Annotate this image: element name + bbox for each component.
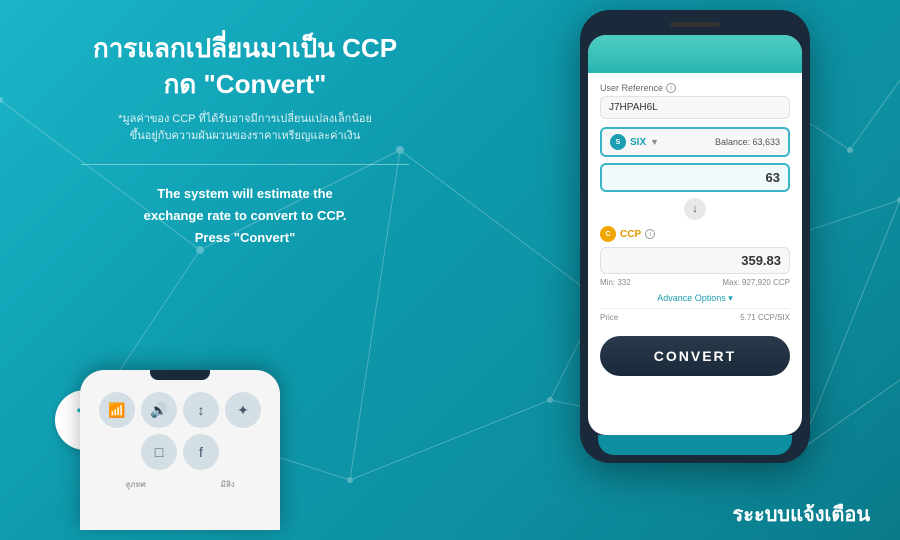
phone-mockup: User Reference i J7HPAH6L S SIX ▼ Balanc bbox=[580, 10, 810, 463]
ccp-info-icon: i bbox=[645, 229, 655, 239]
screen-content: User Reference i J7HPAH6L S SIX ▼ Balanc bbox=[588, 73, 802, 386]
phone-bottom-pill bbox=[598, 435, 792, 455]
ccp-label: CCP bbox=[620, 229, 641, 240]
price-row: Price 5.71 CCP/SIX bbox=[600, 308, 790, 326]
min-label: Min: 332 bbox=[600, 278, 631, 287]
user-reference-info-icon: i bbox=[666, 83, 676, 93]
ccp-amount: 359.83 bbox=[600, 247, 790, 274]
max-label: Max: 927,920 CCP bbox=[722, 278, 790, 287]
min-max-row: Min: 332 Max: 927,920 CCP bbox=[600, 278, 790, 287]
price-value: 5.71 CCP/SIX bbox=[740, 313, 790, 322]
ccp-circle-icon: C bbox=[600, 226, 616, 242]
user-reference-input[interactable]: J7HPAH6L bbox=[600, 96, 790, 119]
six-badge: S SIX ▼ bbox=[610, 134, 659, 150]
phone-bottom-mockup: 📶 🔊 ↕ ✦ □ f สูภทศ มีสิง bbox=[80, 370, 300, 540]
bluetooth-icon: ✦ bbox=[225, 392, 261, 428]
swap-icon[interactable]: ↓ bbox=[684, 198, 706, 220]
six-circle-icon: S bbox=[610, 134, 626, 150]
price-label: Price bbox=[600, 313, 618, 322]
control-center: 📶 🔊 ↕ ✦ □ f bbox=[88, 392, 272, 470]
phone-screen-bottom: 📶 🔊 ↕ ✦ □ f สูภทศ มีสิง bbox=[80, 370, 280, 530]
advance-options[interactable]: Advance Options ▾ bbox=[600, 293, 790, 304]
phone-notch bbox=[150, 370, 210, 380]
phone-speaker bbox=[670, 22, 720, 27]
ctrl-labels: สูภทศ มีสิง bbox=[88, 478, 272, 491]
fb-icon: f bbox=[183, 434, 219, 470]
data-icon: ↕ bbox=[183, 392, 219, 428]
screen-header bbox=[588, 35, 802, 73]
screen-icon: □ bbox=[141, 434, 177, 470]
main-title: การแลกเปลี่ยนมาเป็น CCP กด "Convert" bbox=[40, 30, 450, 103]
note-text: *มูลค่าของ CCP ที่ได้รับอาจมีการเปลี่ยนแ… bbox=[40, 111, 450, 146]
ccp-row: C CCP i bbox=[600, 226, 790, 242]
right-panel: User Reference i J7HPAH6L S SIX ▼ Balanc bbox=[490, 0, 900, 540]
left-panel: การแลกเปลี่ยนมาเป็น CCP กด "Convert" *มู… bbox=[0, 0, 490, 540]
balance-text: Balance: 63,633 bbox=[715, 137, 780, 147]
phone-top-bar bbox=[588, 22, 802, 27]
sound-icon: 🔊 bbox=[141, 392, 177, 428]
wifi-icon: 📶 bbox=[99, 392, 135, 428]
convert-button[interactable]: CONVERT bbox=[600, 336, 790, 376]
divider bbox=[81, 164, 409, 165]
notification-title: ระะบบแจ้งเตือน bbox=[733, 498, 871, 530]
amount-input[interactable]: 63 bbox=[600, 163, 790, 192]
user-reference-label: User Reference i bbox=[600, 83, 790, 93]
phone-screen: User Reference i J7HPAH6L S SIX ▼ Balanc bbox=[588, 35, 802, 435]
description-text: The system will estimate the exchange ra… bbox=[40, 183, 450, 249]
swap-button[interactable]: ↓ bbox=[600, 198, 790, 220]
six-row: S SIX ▼ Balance: 63,633 bbox=[600, 127, 790, 157]
